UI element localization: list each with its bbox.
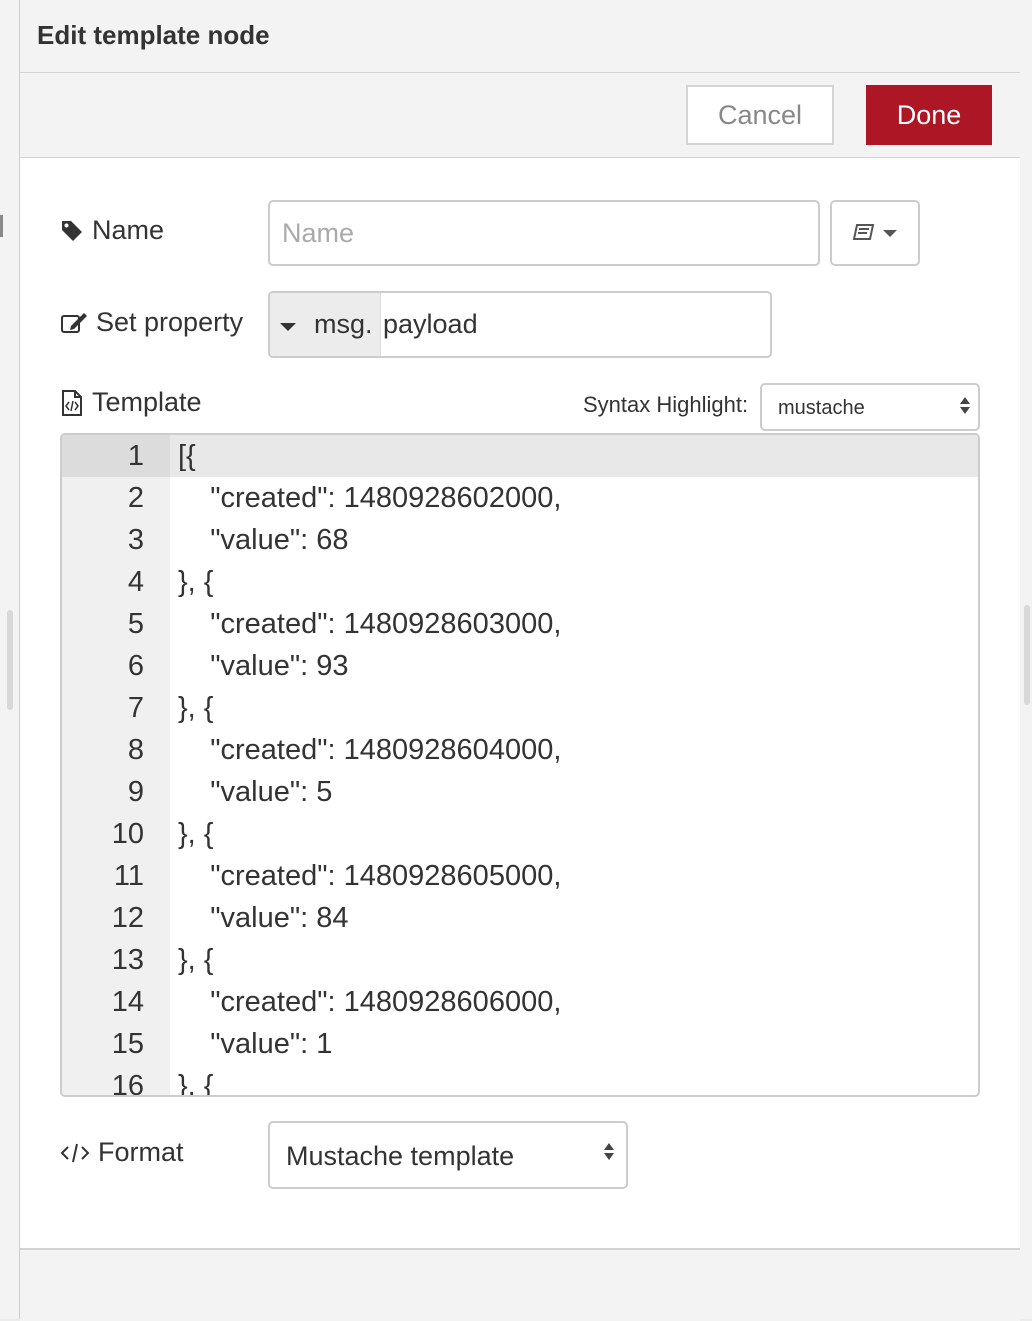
set-property-row-label: Set property [60,307,243,338]
format-row-label: Format [60,1137,184,1168]
line-number: 2 [127,482,144,514]
code-text[interactable]: "value": 5 [178,771,332,813]
code-text[interactable]: "value": 84 [178,897,348,939]
select-arrows-icon [604,1143,614,1160]
code-text[interactable]: "created": 1480928605000, [178,855,561,897]
property-value[interactable]: payload [383,309,478,340]
chevron-down-icon [883,230,897,237]
template-label: Template [92,387,202,417]
template-code-editor[interactable]: 1[{2 "created": 1480928602000, 3 "value":… [60,433,980,1097]
code-line[interactable]: 6 "value": 93 [62,645,978,687]
code-line[interactable]: 5 "created": 1480928603000, [62,603,978,645]
set-property-label: Set property [96,307,244,337]
line-number: 6 [127,650,144,682]
code-text[interactable]: "created": 1480928606000, [178,981,561,1023]
tray-toolbar: Cancel Done [20,73,1020,158]
code-line[interactable]: 14 "created": 1480928606000, [62,981,978,1023]
library-button[interactable] [830,200,920,266]
code-text[interactable]: "value": 1 [178,1023,332,1065]
code-line[interactable]: 3 "value": 68 [62,519,978,561]
done-button[interactable]: Done [866,85,992,145]
line-number: 3 [127,524,144,556]
tray-footer [20,1248,1020,1321]
property-typed-input[interactable]: msg. payload [268,291,772,358]
line-number: 1 [127,440,144,472]
code-icon [60,1143,90,1162]
line-number: 4 [127,566,144,598]
line-number: 12 [111,902,144,934]
code-line[interactable]: 15 "value": 1 [62,1023,978,1065]
format-label: Format [98,1137,184,1167]
code-line[interactable]: 8 "created": 1480928604000, [62,729,978,771]
edit-tray: Edit template node Cancel Done Name Set … [20,0,1020,1321]
line-number: 10 [111,818,144,850]
caret-down-icon [280,323,296,331]
code-text[interactable]: "value": 68 [178,519,348,561]
name-input[interactable] [268,200,820,266]
code-text[interactable]: }, { [178,939,214,981]
name-label: Name [92,215,165,245]
format-select[interactable]: Mustache template [268,1121,628,1189]
syntax-highlight-label: Syntax Highlight: [583,392,749,417]
line-number: 16 [111,1070,144,1097]
code-text[interactable]: [{ [178,435,196,477]
code-line[interactable]: 10 }, { [62,813,978,855]
code-text[interactable]: "created": 1480928603000, [178,603,561,645]
code-text[interactable]: "value": 93 [178,645,348,687]
code-line[interactable]: 11 "created": 1480928605000, [62,855,978,897]
book-icon [852,224,875,240]
resize-handle-right[interactable] [1024,605,1030,705]
code-line[interactable]: 9 "value": 5 [62,771,978,813]
edit-icon [61,312,87,333]
name-row-label: Name [60,215,164,246]
line-number: 5 [127,608,144,640]
tray-title: Edit template node [37,20,270,50]
tag-icon [62,220,82,241]
line-number: 11 [113,860,144,892]
cancel-button[interactable]: Cancel [686,85,834,145]
code-text[interactable]: }, { [178,561,214,603]
template-row-label: Template [60,387,202,418]
syntax-highlight-value: mustache [778,397,865,419]
code-line[interactable]: 16 }, { [62,1065,978,1097]
line-number: 9 [127,776,144,808]
code-line[interactable]: 2 "created": 1480928602000, [62,477,978,519]
tray-header: Edit template node [20,0,1020,73]
code-text[interactable]: "created": 1480928602000, [178,477,561,519]
workspace-edge-right [1020,0,1032,1319]
code-line[interactable]: 7 }, { [62,687,978,729]
select-arrows-icon [960,397,970,414]
property-type-selector[interactable]: msg. [270,293,381,356]
file-code-icon [62,389,82,416]
resize-handle-left[interactable] [7,610,13,710]
line-number: 8 [127,734,144,766]
code-line[interactable]: 12 "value": 84 [62,897,978,939]
code-text[interactable]: "created": 1480928604000, [178,729,561,771]
property-type-prefix: msg. [314,309,373,339]
code-line[interactable]: 1 [{ [62,435,978,477]
syntax-highlight-select[interactable]: mustache [760,383,980,431]
line-number: 13 [111,944,144,976]
format-value: Mustache template [286,1141,515,1171]
code-text[interactable]: }, { [178,813,214,855]
line-number: 14 [111,986,144,1018]
code-line[interactable]: 13 }, { [62,939,978,981]
code-text[interactable]: }, { [178,1065,214,1095]
workspace-edge-marker [0,215,3,237]
line-number: 15 [111,1028,144,1060]
code-line[interactable]: 4 }, { [62,561,978,603]
line-number: 7 [127,692,144,724]
workspace-edge-left [0,0,20,1319]
code-text[interactable]: }, { [178,687,214,729]
